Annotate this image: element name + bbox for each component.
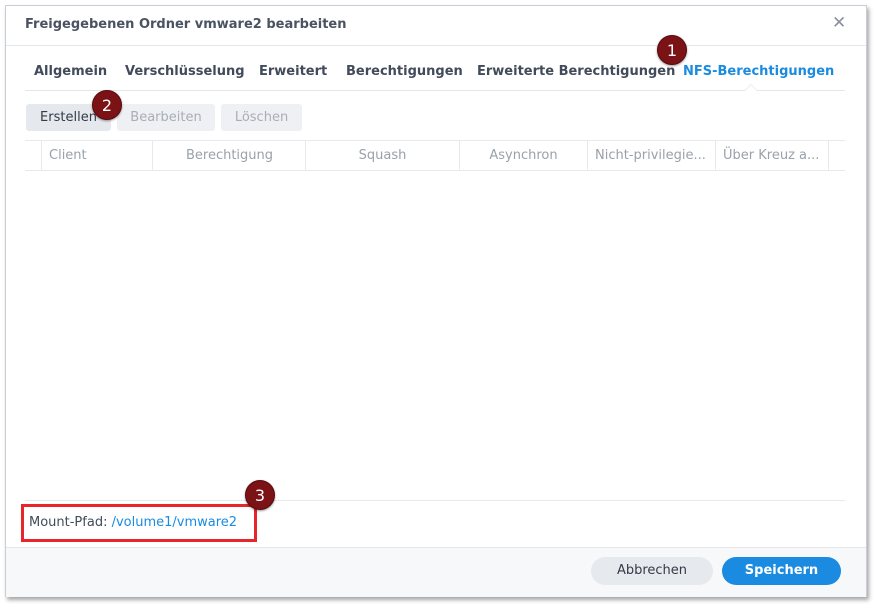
tabs-divider (25, 90, 845, 91)
edit-shared-folder-dialog: Freigegebenen Ordner vmware2 bearbeiten … (5, 5, 867, 597)
close-icon[interactable]: ✕ (832, 15, 846, 32)
delete-button[interactable]: Löschen (221, 104, 302, 131)
tab-erweiterte-berechtigungen[interactable]: Erweiterte Berechtigungen (477, 64, 675, 79)
column-nicht-privilegiert[interactable]: Nicht-privilegie... (587, 141, 715, 170)
tab-nfs-berechtigungen[interactable]: NFS-Berechtigungen (683, 64, 834, 79)
highlight-box (21, 504, 257, 542)
cancel-button[interactable]: Abbrechen (591, 557, 713, 585)
column-client[interactable]: Client (41, 141, 160, 170)
dialog-titlebar: Freigegebenen Ordner vmware2 bearbeiten … (6, 6, 866, 46)
annotation-marker-3: 3 (245, 480, 275, 510)
tab-berechtigungen[interactable]: Berechtigungen (346, 64, 463, 79)
active-tab-indicator (744, 84, 758, 91)
column-spacer (828, 141, 845, 170)
tab-erweitert[interactable]: Erweitert (259, 64, 327, 79)
tab-allgemein[interactable]: Allgemein (34, 64, 107, 79)
tab-verschluesselung[interactable]: Verschlüsselung (125, 64, 245, 79)
annotation-marker-1: 1 (657, 35, 687, 65)
column-ueber-kreuz[interactable]: Über Kreuz a... (715, 141, 827, 170)
annotation-marker-2: 2 (92, 90, 122, 120)
save-button[interactable]: Speichern (722, 557, 841, 585)
dialog-title: Freigegebenen Ordner vmware2 bearbeiten (25, 17, 347, 32)
column-berechtigung[interactable]: Berechtigung (152, 141, 306, 170)
table-header: Client Berechtigung Squash Asynchron Nic… (25, 140, 845, 171)
mount-divider (25, 500, 845, 501)
edit-button[interactable]: Bearbeiten (117, 104, 215, 131)
column-asynchron[interactable]: Asynchron (459, 141, 587, 170)
column-squash[interactable]: Squash (305, 141, 459, 170)
